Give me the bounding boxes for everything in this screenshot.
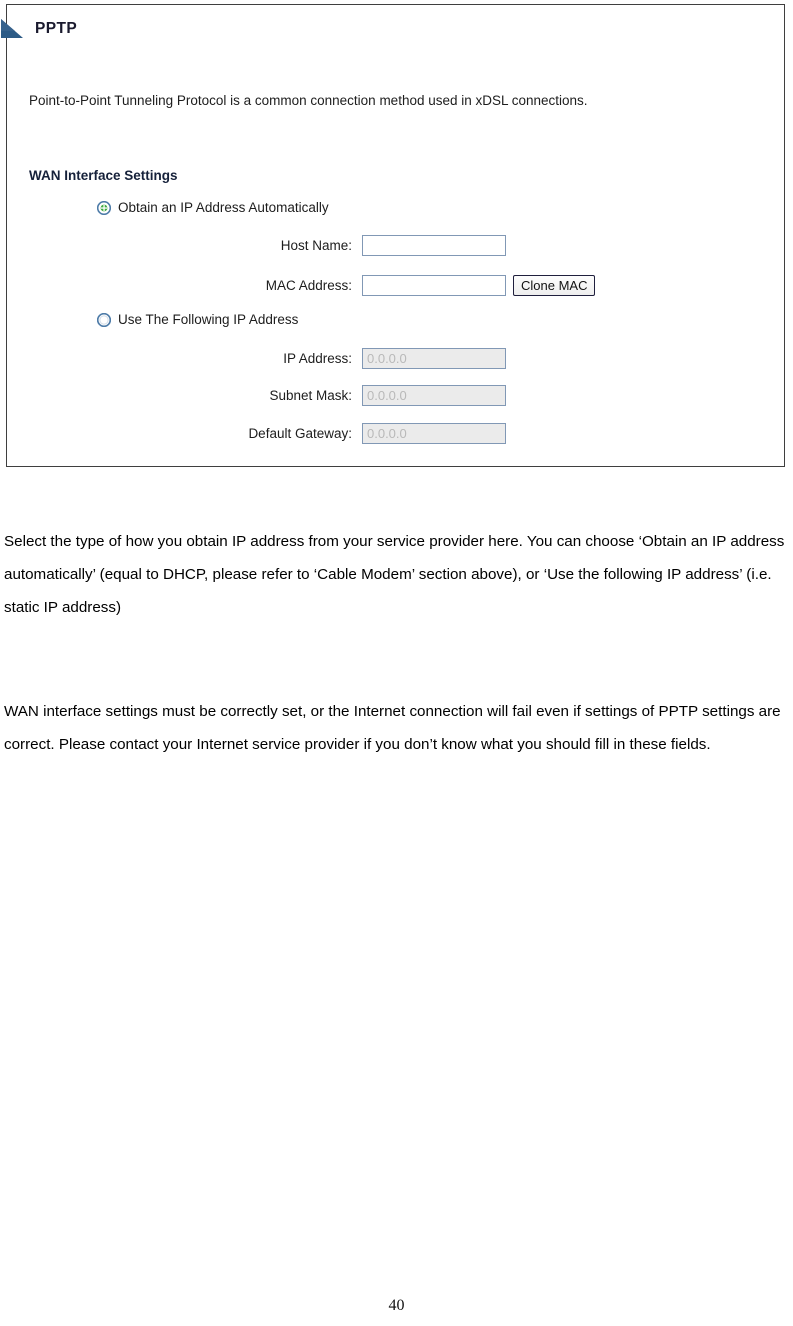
ip-address-input <box>362 347 506 369</box>
page-title: PPTP <box>35 20 78 37</box>
field-label-ip-address: IP Address: <box>283 350 352 366</box>
field-row-ip-address: IP Address: <box>127 347 627 369</box>
subnet-mask-input <box>362 384 506 406</box>
section-title-wan-interface-settings: WAN Interface Settings <box>29 168 178 183</box>
page-number: 40 <box>388 1297 405 1314</box>
radio-option-label: Use The Following IP Address <box>118 312 299 327</box>
pptp-settings-panel: PPTP Point-to-Point Tunneling Protocol i… <box>1 4 785 467</box>
radio-option-label: Obtain an IP Address Automatically <box>118 200 329 215</box>
radio-option-obtain-ip-automatically[interactable]: Obtain an IP Address Automatically <box>96 200 329 215</box>
host-name-input[interactable] <box>362 234 506 256</box>
body-paragraph-1: Select the type of how you obtain IP add… <box>4 533 785 617</box>
field-label-mac-address: MAC Address: <box>265 277 352 293</box>
clone-mac-button[interactable]: Clone MAC <box>513 274 596 296</box>
radio-option-use-following-ip[interactable]: Use The Following IP Address <box>96 312 299 327</box>
panel-description: Point-to-Point Tunneling Protocol is a c… <box>29 93 588 108</box>
field-row-default-gateway: Default Gateway: <box>127 422 627 444</box>
field-row-host-name: Host Name: <box>127 234 627 256</box>
field-row-mac-address: MAC Address: Clone MAC <box>127 274 627 296</box>
panel-header: PPTP <box>1 15 78 43</box>
body-paragraph-2: WAN interface settings must be correctly… <box>4 703 781 754</box>
radio-selected-icon[interactable] <box>96 200 112 215</box>
field-label-default-gateway: Default Gateway: <box>248 425 352 441</box>
field-row-subnet-mask: Subnet Mask: <box>127 384 627 406</box>
field-label-subnet-mask: Subnet Mask: <box>269 387 352 403</box>
blue-triangle-bullet-icon <box>1 19 27 39</box>
radio-unselected-icon[interactable] <box>96 312 112 327</box>
default-gateway-input <box>362 422 506 444</box>
mac-address-input[interactable] <box>362 274 506 296</box>
field-label-host-name: Host Name: <box>280 237 352 253</box>
